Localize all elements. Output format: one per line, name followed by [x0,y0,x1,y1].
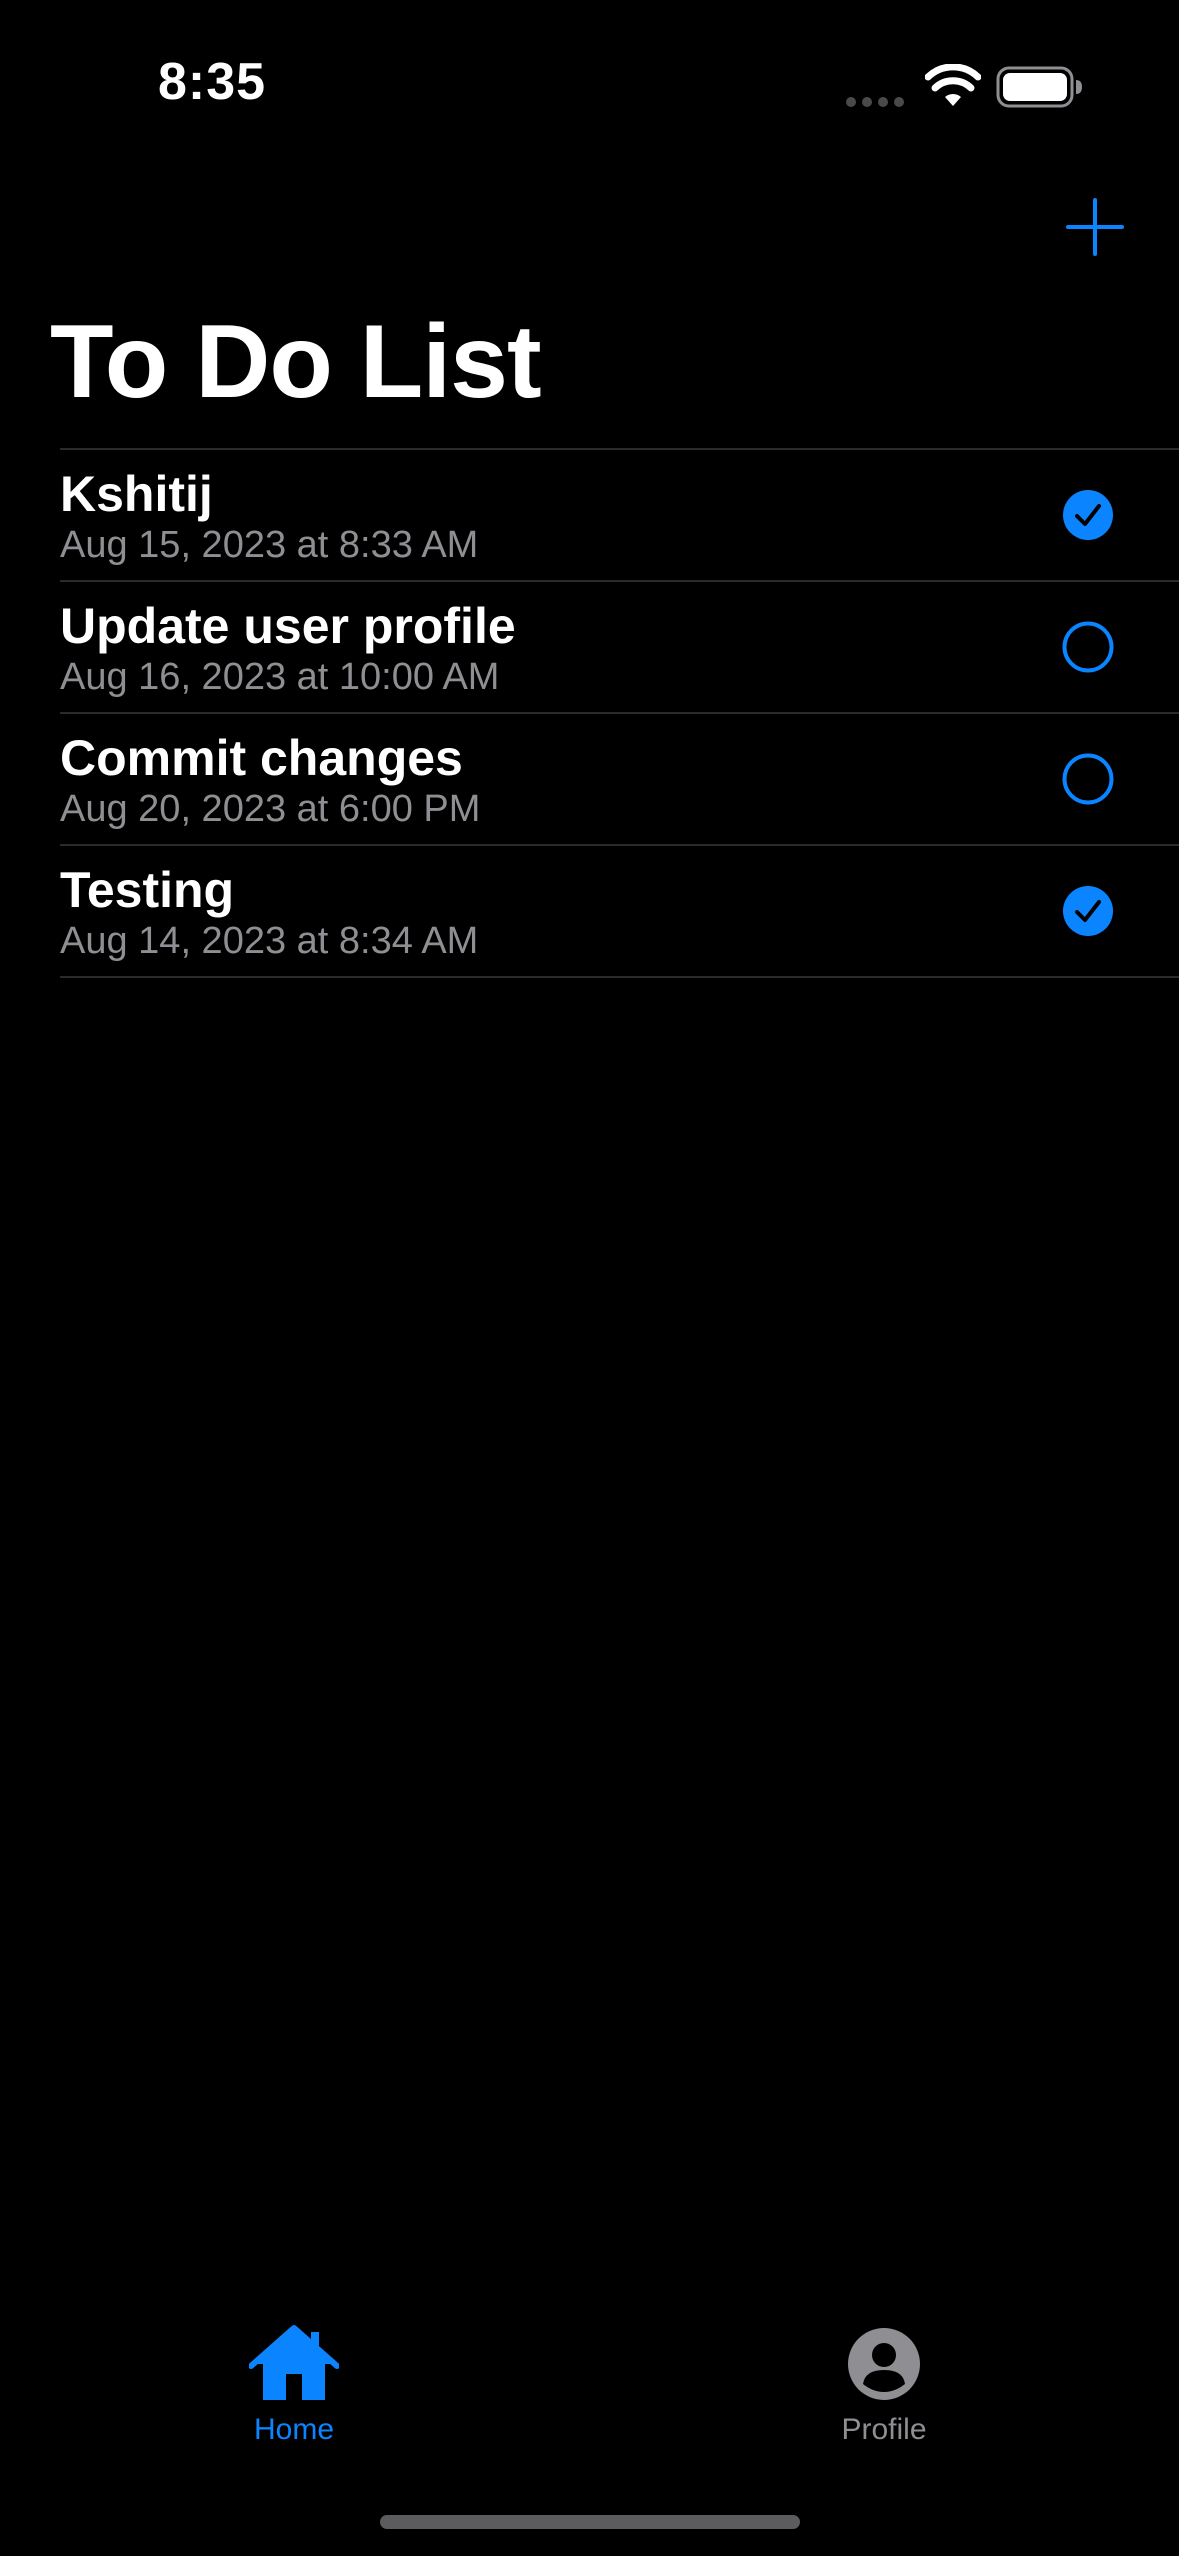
list-item[interactable]: Update user profile Aug 16, 2023 at 10:0… [60,582,1179,714]
list-item[interactable]: Commit changes Aug 20, 2023 at 6:00 PM [60,714,1179,846]
status-time: 8:35 [158,53,267,111]
checkmark-circle-filled-icon[interactable] [1062,489,1114,541]
tab-profile[interactable]: Profile [764,2324,1004,2464]
status-bar: 8:35 [0,0,1179,170]
list-item[interactable]: Testing Aug 14, 2023 at 8:34 AM [60,846,1179,978]
house-icon [249,2325,339,2400]
todo-list: Kshitij Aug 15, 2023 at 8:33 AM Update u… [60,448,1179,978]
person-circle-icon [848,2328,920,2400]
wifi-icon [925,64,981,106]
battery-icon [996,66,1082,108]
empty-circle-icon[interactable] [1062,621,1114,673]
item-date: Aug 15, 2023 at 8:33 AM [60,524,479,566]
item-date: Aug 16, 2023 at 10:00 AM [60,656,500,698]
cellular-signal-icon [846,97,904,107]
item-title: Update user profile [60,598,516,654]
item-title: Testing [60,862,235,918]
home-indicator[interactable] [380,2515,800,2529]
tab-home[interactable]: Home [174,2324,414,2464]
page-title: To Do List [50,304,542,420]
checkmark-circle-filled-icon[interactable] [1062,885,1114,937]
item-title: Commit changes [60,730,463,786]
tab-profile-label: Profile [841,2413,927,2446]
add-item-button[interactable] [1064,196,1126,258]
empty-circle-icon[interactable] [1062,753,1114,805]
plus-icon [1066,198,1124,256]
item-title: Kshitij [60,466,213,522]
item-date: Aug 20, 2023 at 6:00 PM [60,788,481,830]
tab-home-label: Home [253,2413,335,2446]
item-date: Aug 14, 2023 at 8:34 AM [60,920,479,962]
list-item[interactable]: Kshitij Aug 15, 2023 at 8:33 AM [60,450,1179,582]
